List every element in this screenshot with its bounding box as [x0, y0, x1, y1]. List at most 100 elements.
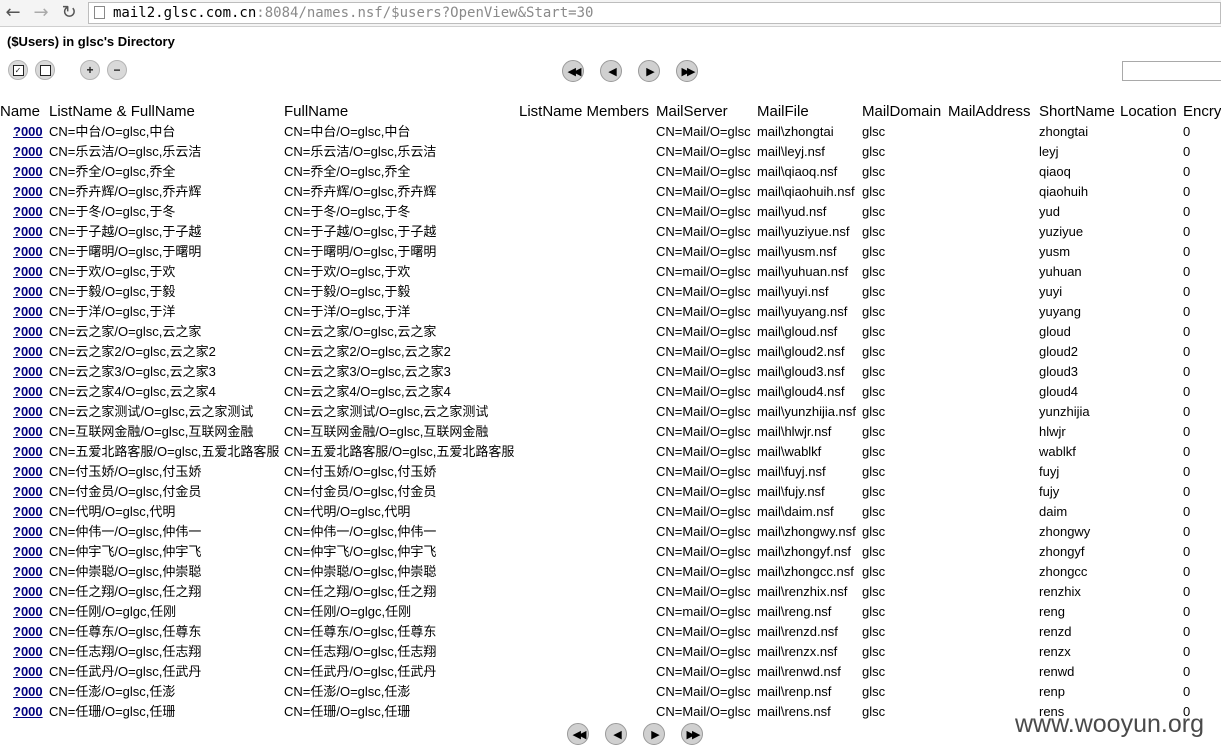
search-input[interactable] [1122, 61, 1221, 81]
col-maildomain-header[interactable]: MailDomain [862, 103, 941, 120]
next-page-button[interactable]: ▶ [638, 60, 660, 82]
encry-cell: 0 [1183, 264, 1191, 279]
row-link[interactable]: ?000 [13, 262, 43, 282]
deselect-all-icon[interactable] [35, 60, 55, 80]
col-fullname-header[interactable]: FullName [284, 103, 348, 120]
row-link[interactable]: ?000 [13, 362, 43, 382]
shortname-cell: yuhuan [1039, 264, 1082, 279]
fullname-cell: CN=任尊东/O=glsc,任尊东 [284, 624, 437, 639]
encry-cell: 0 [1183, 164, 1191, 179]
shortname-cell: fujy [1039, 484, 1060, 499]
maildomain-cell: glsc [862, 164, 886, 179]
select-all-icon[interactable]: ✓ [8, 60, 28, 80]
row-link[interactable]: ?000 [13, 462, 43, 482]
row-link[interactable]: ?000 [13, 402, 43, 422]
back-arrow-icon[interactable]: ← [2, 3, 24, 23]
row-link[interactable]: ?000 [13, 662, 43, 682]
row-link[interactable]: ?000 [13, 562, 43, 582]
row-link[interactable]: ?000 [13, 302, 43, 322]
expand-all-icon[interactable]: + [80, 60, 100, 80]
shortname-cell: renwd [1039, 664, 1075, 679]
col-listname-fullname-header[interactable]: ListName & FullName [49, 103, 195, 120]
listname-cell: CN=云之家2/O=glsc,云之家2 [49, 344, 216, 359]
mailfile-cell: mail\renzhix.nsf [757, 584, 848, 599]
fullname-cell: CN=云之家3/O=glsc,云之家3 [284, 364, 451, 379]
table-row: ?000 CN=代明/O=glsc,代明 CN=代明/O=glsc,代明 CN=Mai… [0, 502, 1221, 522]
listname-cell: CN=乔卉辉/O=glsc,乔卉辉 [49, 184, 202, 199]
mailserver-cell: CN=Mail/O=glsc [656, 524, 751, 539]
mailserver-cell: CN=Mail/O=glsc [656, 324, 751, 339]
row-link[interactable]: ?000 [13, 242, 43, 262]
last-page-button-bottom[interactable]: ▶▶ [681, 723, 703, 745]
row-link[interactable]: ?000 [13, 282, 43, 302]
listname-cell: CN=于欢/O=glsc,于欢 [49, 264, 176, 279]
previous-page-button[interactable]: ◀ [600, 60, 622, 82]
first-page-button[interactable]: ◀◀ [562, 60, 584, 82]
row-link[interactable]: ?000 [13, 162, 43, 182]
col-mailserver-header[interactable]: MailServer [656, 103, 728, 120]
col-listname-members-header[interactable]: ListName Members [519, 103, 649, 120]
last-page-button[interactable]: ▶▶ [676, 60, 698, 82]
fullname-cell: CN=云之家测试/O=glsc,云之家测试 [284, 404, 489, 419]
maildomain-cell: glsc [862, 444, 886, 459]
shortname-cell: yunzhijia [1039, 404, 1090, 419]
table-row: ?000 CN=乔全/O=glsc,乔全 CN=乔全/O=glsc,乔全 CN=Mai… [0, 162, 1221, 182]
row-link[interactable]: ?000 [13, 382, 43, 402]
reload-icon[interactable]: ↻ [58, 3, 80, 23]
shortname-cell: renzd [1039, 624, 1072, 639]
row-link[interactable]: ?000 [13, 182, 43, 202]
row-link[interactable]: ?000 [13, 622, 43, 642]
row-link[interactable]: ?000 [13, 222, 43, 242]
row-link[interactable]: ?000 [13, 142, 43, 162]
row-link[interactable]: ?000 [13, 442, 43, 462]
col-mailaddress-header[interactable]: MailAddress [948, 103, 1031, 120]
mailserver-cell: CN=Mail/O=glsc [656, 404, 751, 419]
mailserver-cell: CN=Mail/O=glsc [656, 364, 751, 379]
row-link[interactable]: ?000 [13, 602, 43, 622]
collapse-all-icon[interactable]: − [107, 60, 127, 80]
mailfile-cell: mail\zhongcc.nsf [757, 564, 854, 579]
fullname-cell: CN=于曙明/O=glsc,于曙明 [284, 244, 437, 259]
forward-arrow-icon[interactable]: → [30, 3, 52, 23]
maildomain-cell: glsc [862, 124, 886, 139]
fullname-cell: CN=任之翔/O=glsc,任之翔 [284, 584, 437, 599]
row-link[interactable]: ?000 [13, 542, 43, 562]
encry-cell: 0 [1183, 324, 1191, 339]
row-link[interactable]: ?000 [13, 422, 43, 442]
maildomain-cell: glsc [862, 664, 886, 679]
next-page-button-bottom[interactable]: ▶ [643, 723, 665, 745]
table-row: ?000 CN=仲宇飞/O=glsc,仲宇飞 CN=仲宇飞/O=glsc,仲宇飞 CN… [0, 542, 1221, 562]
row-link[interactable]: ?000 [13, 322, 43, 342]
address-bar[interactable]: mail2.glsc.com.cn:8084/names.nsf/$users?… [88, 2, 1221, 24]
col-encry-header[interactable]: Encry [1183, 103, 1221, 120]
first-page-button-bottom[interactable]: ◀◀ [567, 723, 589, 745]
mailserver-cell: CN=Mail/O=glsc [656, 484, 751, 499]
row-link[interactable]: ?000 [13, 122, 43, 142]
row-link[interactable]: ?000 [13, 682, 43, 702]
table-row: ?000 CN=任澎/O=glsc,任澎 CN=任澎/O=glsc,任澎 CN=Mai… [0, 682, 1221, 702]
row-link[interactable]: ?000 [13, 702, 43, 722]
col-mailfile-header[interactable]: MailFile [757, 103, 809, 120]
col-shortname-header[interactable]: ShortName [1039, 103, 1115, 120]
previous-page-button-bottom[interactable]: ◀ [605, 723, 627, 745]
row-link[interactable]: ?000 [13, 522, 43, 542]
mailfile-cell: mail\gloud2.nsf [757, 344, 845, 359]
shortname-cell: fuyj [1039, 464, 1060, 479]
mailserver-cell: CN=Mail/O=glsc [656, 424, 751, 439]
row-link[interactable]: ?000 [13, 342, 43, 362]
col-name-header[interactable]: Name [0, 103, 40, 120]
row-link[interactable]: ?000 [13, 642, 43, 662]
maildomain-cell: glsc [862, 464, 886, 479]
listname-cell: CN=云之家测试/O=glsc,云之家测试 [49, 404, 254, 419]
row-link[interactable]: ?000 [13, 502, 43, 522]
row-link[interactable]: ?000 [13, 482, 43, 502]
shortname-cell: renzx [1039, 644, 1071, 659]
row-link[interactable]: ?000 [13, 582, 43, 602]
col-location-header[interactable]: Location [1120, 103, 1177, 120]
mailserver-cell: CN=Mail/O=glsc [656, 624, 751, 639]
fullname-cell: CN=任珊/O=glsc,任珊 [284, 704, 411, 719]
shortname-cell: daim [1039, 504, 1068, 519]
table-row: ?000 CN=五爱北路客服/O=glsc,五爱北路客服 CN=五爱北路客服/O=g… [0, 442, 1221, 462]
row-link[interactable]: ?000 [13, 202, 43, 222]
mailserver-cell: CN=Mail/O=glsc [656, 144, 751, 159]
